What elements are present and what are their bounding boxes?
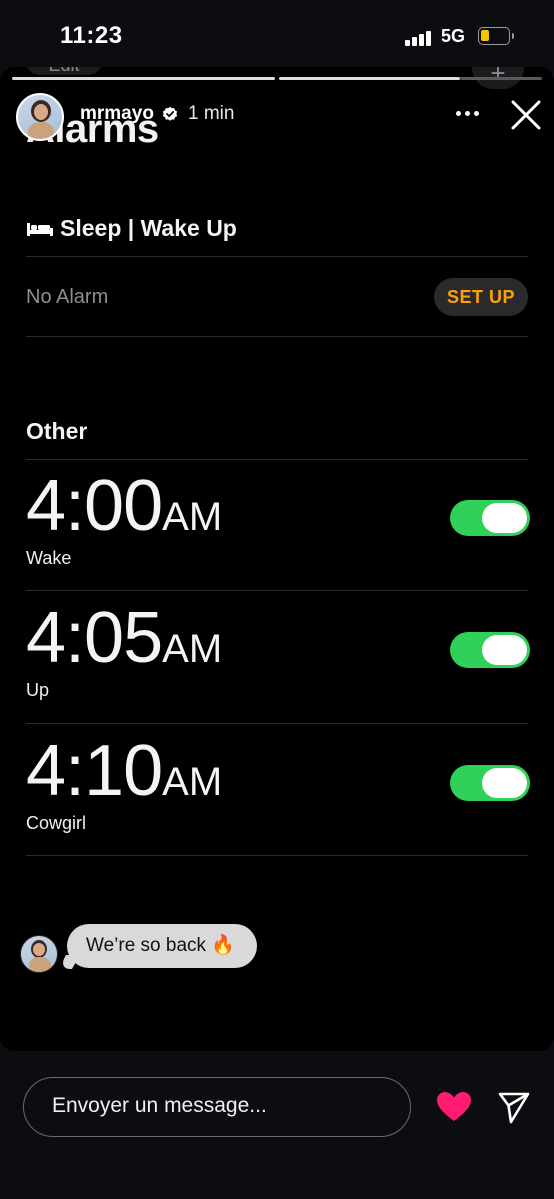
other-section-title: Other — [26, 418, 88, 444]
bed-icon — [27, 223, 53, 236]
story-progress-segment-1 — [12, 77, 275, 80]
alarm-row-up[interactable]: 4:05AM Up — [26, 592, 530, 724]
alarm-time: 4:10AM — [26, 731, 223, 811]
divider — [26, 590, 528, 591]
more-options-icon[interactable] — [456, 101, 482, 125]
divider — [26, 256, 528, 257]
alarm-toggle[interactable] — [450, 500, 530, 536]
story-progress-segment-3 — [460, 77, 542, 80]
divider — [26, 723, 528, 724]
story-header: mrmayo 1 min — [0, 91, 554, 141]
cellular-signal-icon — [405, 30, 433, 46]
message-composer[interactable] — [23, 1077, 411, 1137]
story-avatar[interactable] — [16, 93, 64, 141]
alarm-label: Cowgirl — [26, 813, 87, 833]
setup-button[interactable]: SET UP — [434, 278, 528, 316]
reply-avatar — [20, 935, 58, 973]
alarm-time: 4:05AM — [26, 598, 223, 678]
alarm-row-wake[interactable]: 4:00AM Wake — [26, 460, 530, 592]
verified-badge-icon — [162, 106, 178, 121]
reply-bubble: We’re so back 🔥 — [67, 924, 257, 968]
alarm-toggle[interactable] — [450, 765, 530, 801]
edit-button-background: Edit — [24, 67, 104, 75]
sleep-wake-section-title: Sleep | Wake Up — [26, 215, 237, 242]
story-viewer[interactable]: Edit + Alarms mrmayo 1 min Sleep | Wake … — [0, 67, 554, 1051]
status-bar: 11:23 5G — [0, 0, 554, 70]
sleep-wake-label: Sleep | Wake Up — [60, 215, 237, 241]
send-icon[interactable] — [497, 1090, 531, 1124]
message-input[interactable] — [52, 1078, 382, 1134]
alarm-label: Wake — [26, 548, 72, 568]
alarm-time: 4:00AM — [26, 466, 223, 546]
battery-icon — [478, 27, 514, 45]
alarm-row-cowgirl[interactable]: 4:10AM Cowgirl — [26, 725, 530, 857]
alarm-label: Up — [26, 680, 50, 700]
heart-icon[interactable] — [436, 1091, 472, 1123]
close-icon[interactable] — [510, 99, 542, 131]
no-alarm-text: No Alarm — [26, 286, 109, 308]
status-time: 11:23 — [60, 22, 123, 49]
divider — [26, 336, 528, 337]
divider — [26, 855, 528, 856]
story-progress-segment-2 — [279, 77, 460, 80]
story-username[interactable]: mrmayo — [80, 103, 154, 125]
alarm-toggle[interactable] — [450, 632, 530, 668]
network-type: 5G — [441, 26, 466, 46]
story-time-ago: 1 min — [188, 103, 235, 124]
